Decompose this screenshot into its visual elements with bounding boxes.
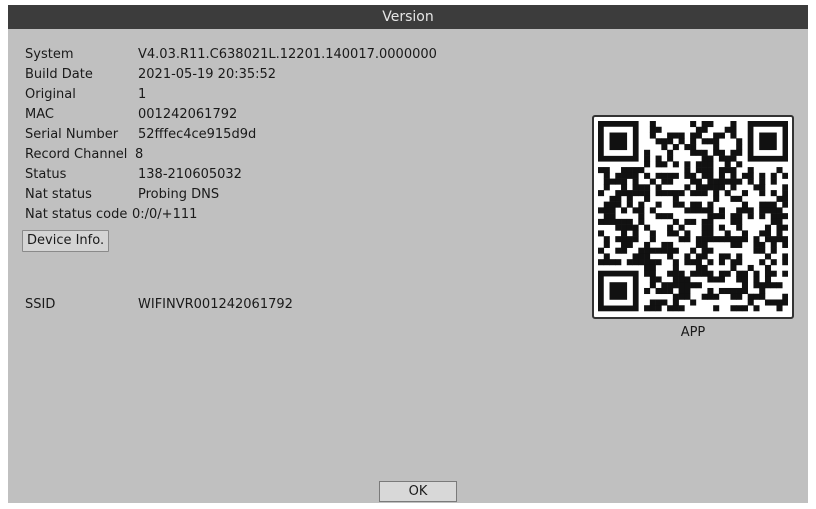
info-value: 52fffec4ce915d9d [138,127,257,142]
info-label: System [25,47,74,62]
info-value: V4.03.R11.C638021L.12201.140017.0000000 [138,47,437,62]
ssid-label: SSID [25,297,56,312]
info-value: 8 [135,147,144,162]
info-value: 138-210605032 [138,167,242,182]
qr-caption: APP [680,325,706,340]
info-label: Serial Number [25,127,119,142]
qr-code-image [598,121,788,312]
app-qr-code [592,115,794,319]
info-label: Build Date [25,67,93,82]
info-value: 0:/0/+111 [132,207,198,222]
info-value: 001242061792 [138,107,238,122]
info-label: Status [25,167,67,182]
info-label: Nat status [25,187,92,202]
info-label: MAC [25,107,54,122]
info-value: 1 [138,87,147,102]
ok-button[interactable]: OK [379,481,457,502]
info-value: 2021-05-19 20:35:52 [138,67,277,82]
ssid-value: WIFINVR001242061792 [138,297,293,312]
info-label: Nat status code [25,207,128,222]
info-label: Record Channel [25,147,128,162]
dialog-title: Version [8,5,808,29]
info-label: Original [25,87,76,102]
device-info-button[interactable]: Device Info. [22,230,110,252]
info-value: Probing DNS [138,187,220,202]
version-dialog: Version System V4.03.R11.C638021L.12201.… [8,5,808,503]
